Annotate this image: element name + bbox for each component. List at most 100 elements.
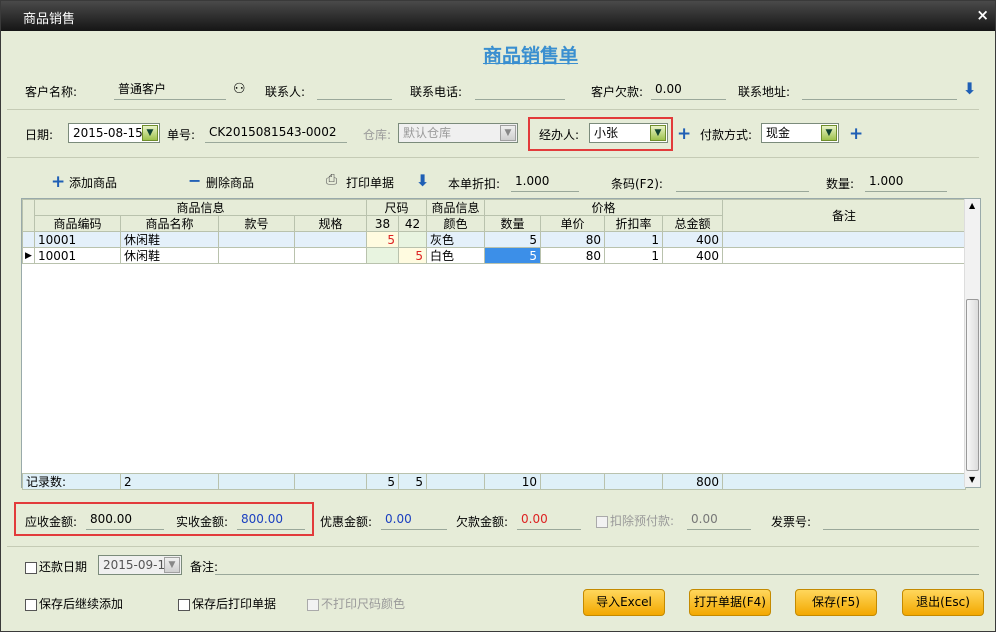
- dropdown-arrow-icon[interactable]: ▼: [142, 125, 158, 141]
- cell-color[interactable]: 灰色: [426, 231, 486, 248]
- cell-remark[interactable]: [722, 247, 967, 264]
- continue-add-checkbox[interactable]: 保存后继续添加: [25, 595, 123, 612]
- open-order-button[interactable]: 打开单据(F4): [689, 589, 771, 616]
- dropdown-arrow-icon[interactable]: ▼: [821, 125, 837, 141]
- close-icon[interactable]: ×: [976, 6, 989, 24]
- barcode-field[interactable]: [676, 172, 809, 192]
- checkbox-icon[interactable]: [178, 598, 190, 611]
- cell-color[interactable]: 白色: [426, 247, 486, 264]
- column-header-size38[interactable]: 38: [366, 215, 400, 232]
- column-header-code[interactable]: 商品编码: [34, 215, 121, 232]
- arrow-down-icon[interactable]: ⬇: [963, 79, 976, 98]
- cell-rate[interactable]: 1: [604, 247, 664, 264]
- print-after-checkbox[interactable]: 保存后打印单据: [178, 595, 276, 612]
- column-header-style[interactable]: 款号: [218, 215, 295, 232]
- import-excel-button[interactable]: 导入Excel: [583, 589, 665, 616]
- dropdown-arrow-icon[interactable]: ▼: [650, 125, 666, 141]
- quantity-field[interactable]: 1.000: [865, 172, 947, 192]
- cell-unit-price[interactable]: 80: [540, 231, 606, 248]
- add-payment-icon[interactable]: +: [849, 126, 863, 143]
- cell-qty[interactable]: 5: [484, 231, 542, 248]
- goods-table[interactable]: 商品信息 尺码 商品信息 价格 备注 商品编码 商品名称 款号 规格 38 42…: [21, 198, 981, 490]
- column-header-total[interactable]: 总金额: [662, 215, 724, 232]
- footer-size38: 5: [366, 473, 399, 490]
- cell-size38[interactable]: [366, 247, 400, 264]
- invoice-field[interactable]: [823, 510, 979, 530]
- print-button[interactable]: 打印单据: [346, 174, 394, 191]
- cell-name[interactable]: 休闲鞋: [120, 231, 219, 248]
- cell-name[interactable]: 休闲鞋: [120, 247, 219, 264]
- address-field[interactable]: [802, 80, 957, 100]
- phone-field[interactable]: [475, 80, 565, 100]
- contact-field[interactable]: [317, 80, 392, 100]
- receivable-label: 应收金额:: [25, 515, 78, 529]
- cell-style[interactable]: [218, 247, 295, 264]
- discount-amount-label: 优惠金额:: [320, 515, 373, 529]
- arrow-down-icon[interactable]: ⬇: [416, 171, 429, 190]
- column-header-size42[interactable]: 42: [398, 215, 428, 232]
- scroll-up-icon[interactable]: ▲: [969, 201, 975, 210]
- discount-amount-field[interactable]: 0.00: [381, 510, 447, 530]
- cell-size38[interactable]: 5: [366, 231, 400, 248]
- cell-size42[interactable]: 5: [398, 247, 428, 264]
- payment-select[interactable]: 现金 ▼: [761, 123, 839, 143]
- printer-icon[interactable]: ⎙: [326, 172, 337, 188]
- date-picker[interactable]: 2015-08-15 ▼: [68, 123, 160, 143]
- cell-remark[interactable]: [722, 231, 967, 248]
- column-header-qty[interactable]: 数量: [484, 215, 542, 232]
- owed-label: 欠款金额:: [456, 515, 509, 529]
- dropdown-arrow-icon: ▼: [164, 557, 180, 573]
- date-label: 日期:: [25, 128, 54, 142]
- order-number-field: CK2015081543-0002: [205, 123, 347, 143]
- customer-field[interactable]: 普通客户: [114, 80, 226, 100]
- title-bar: 商品销售 ×: [1, 1, 995, 31]
- delete-goods-button[interactable]: 删除商品: [206, 174, 254, 191]
- minus-icon[interactable]: −: [188, 171, 201, 190]
- cell-unit-price[interactable]: 80: [540, 247, 606, 264]
- column-header-unit-price[interactable]: 单价: [540, 215, 606, 232]
- add-handler-icon[interactable]: +: [677, 126, 691, 143]
- vertical-scrollbar[interactable]: ▲ ▼: [964, 199, 980, 487]
- table-row[interactable]: 10001 休闲鞋 5 灰色 5 80 1 400: [22, 231, 967, 248]
- discount-field[interactable]: 1.000: [511, 172, 579, 192]
- repay-label: 还款日期: [39, 560, 88, 574]
- received-field[interactable]: 800.00: [237, 510, 305, 530]
- binoculars-icon[interactable]: ⚇: [233, 81, 246, 97]
- cell-style[interactable]: [218, 231, 295, 248]
- cell-size42[interactable]: [398, 231, 428, 248]
- cell-total[interactable]: 400: [662, 247, 724, 264]
- invoice-label: 发票号:: [771, 515, 812, 529]
- group-header-goods2: 商品信息: [426, 199, 486, 216]
- checkbox-icon[interactable]: [25, 561, 37, 574]
- cell-spec[interactable]: [293, 231, 368, 248]
- remark-field[interactable]: [215, 555, 979, 575]
- save-button[interactable]: 保存(F5): [795, 589, 877, 616]
- add-goods-button[interactable]: 添加商品: [69, 174, 117, 191]
- cell-code[interactable]: 10001: [34, 231, 121, 248]
- divider: [7, 109, 979, 110]
- prepay-field: 0.00: [687, 510, 751, 530]
- cell-code[interactable]: 10001: [34, 247, 121, 264]
- checkbox-icon[interactable]: [25, 598, 37, 611]
- order-label: 单号:: [167, 128, 196, 142]
- exit-button[interactable]: 退出(Esc): [902, 589, 984, 616]
- receivable-field: 800.00: [86, 510, 164, 530]
- cell-total[interactable]: 400: [662, 231, 724, 248]
- scrollbar-thumb[interactable]: [966, 299, 979, 471]
- column-header-rate[interactable]: 折扣率: [604, 215, 664, 232]
- column-header-color[interactable]: 颜色: [426, 215, 486, 232]
- column-header-name[interactable]: 商品名称: [120, 215, 219, 232]
- column-header-spec[interactable]: 规格: [293, 215, 368, 232]
- scroll-down-icon[interactable]: ▼: [969, 475, 975, 484]
- add-goods-icon[interactable]: +: [51, 174, 65, 191]
- handler-select[interactable]: 小张 ▼: [589, 123, 668, 143]
- contact-label: 联系人:: [265, 85, 306, 99]
- cell-rate[interactable]: 1: [604, 231, 664, 248]
- cell-qty[interactable]: 5: [484, 247, 542, 264]
- footer-empty: [294, 473, 367, 490]
- table-row[interactable]: ▶ 10001 休闲鞋 5 白色 5 80 1 400: [22, 247, 967, 264]
- row-pointer-icon: ▶: [22, 247, 35, 264]
- repay-checkbox[interactable]: 还款日期: [25, 558, 87, 575]
- footer-qty: 10: [484, 473, 541, 490]
- cell-spec[interactable]: [293, 247, 368, 264]
